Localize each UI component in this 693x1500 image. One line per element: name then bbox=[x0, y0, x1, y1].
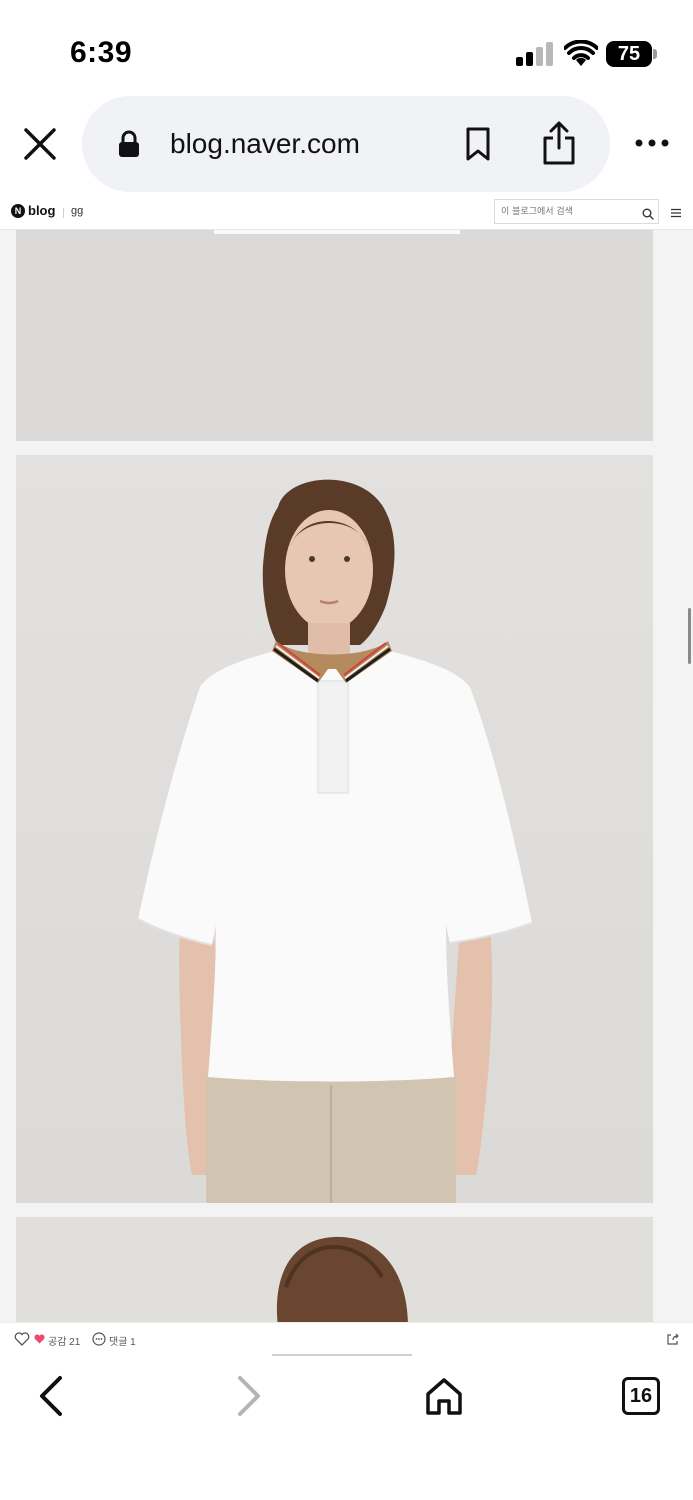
blog-label[interactable]: blog bbox=[28, 203, 55, 218]
like-count[interactable]: 공감 21 bbox=[48, 1333, 80, 1348]
cellular-signal-icon bbox=[516, 42, 554, 66]
battery-cap bbox=[653, 49, 657, 59]
post-photo[interactable] bbox=[16, 1217, 653, 1322]
header-divider bbox=[63, 208, 64, 218]
post-action-bar: 공감 21 댓글 1 bbox=[0, 1322, 693, 1356]
blog-header: N blog gg bbox=[0, 196, 693, 230]
like-heart-icon bbox=[34, 1334, 45, 1344]
blog-search-box[interactable] bbox=[494, 199, 659, 224]
more-icon[interactable] bbox=[634, 136, 670, 150]
model-hair-illustration bbox=[277, 1236, 408, 1322]
comment-count[interactable]: 댓글 1 bbox=[109, 1333, 136, 1348]
chevron-left-icon[interactable] bbox=[36, 1374, 68, 1418]
wifi-icon bbox=[564, 40, 598, 66]
battery-indicator: 75 bbox=[606, 41, 652, 67]
url-text[interactable]: blog.naver.com bbox=[170, 128, 360, 160]
browser-toolbar bbox=[0, 1356, 693, 1500]
post-share-icon[interactable] bbox=[666, 1332, 680, 1346]
naver-logo[interactable]: N bbox=[11, 204, 25, 218]
comment-icon[interactable] bbox=[92, 1332, 106, 1346]
scroll-indicator[interactable] bbox=[688, 608, 691, 664]
close-icon[interactable] bbox=[22, 126, 58, 162]
post-content bbox=[0, 230, 693, 1322]
like-button-icon[interactable] bbox=[14, 1332, 30, 1346]
post-photo[interactable] bbox=[16, 230, 653, 441]
model-illustration bbox=[137, 479, 533, 1203]
status-time: 6:39 bbox=[70, 36, 133, 69]
photo-top-strip bbox=[214, 230, 460, 234]
home-icon[interactable] bbox=[424, 1376, 464, 1416]
lock-icon bbox=[119, 130, 139, 157]
post-photo-model[interactable] bbox=[16, 455, 653, 1203]
search-icon[interactable] bbox=[642, 208, 654, 220]
status-bar: 6:39 75 bbox=[0, 0, 693, 100]
bookmark-icon[interactable] bbox=[464, 126, 492, 162]
chevron-right-icon[interactable] bbox=[232, 1374, 264, 1418]
menu-icon[interactable] bbox=[670, 208, 682, 218]
tabs-button[interactable]: 16 bbox=[622, 1377, 660, 1415]
share-icon[interactable] bbox=[540, 120, 578, 166]
blog-name[interactable]: gg bbox=[71, 205, 83, 217]
blog-search-input[interactable] bbox=[501, 204, 631, 220]
